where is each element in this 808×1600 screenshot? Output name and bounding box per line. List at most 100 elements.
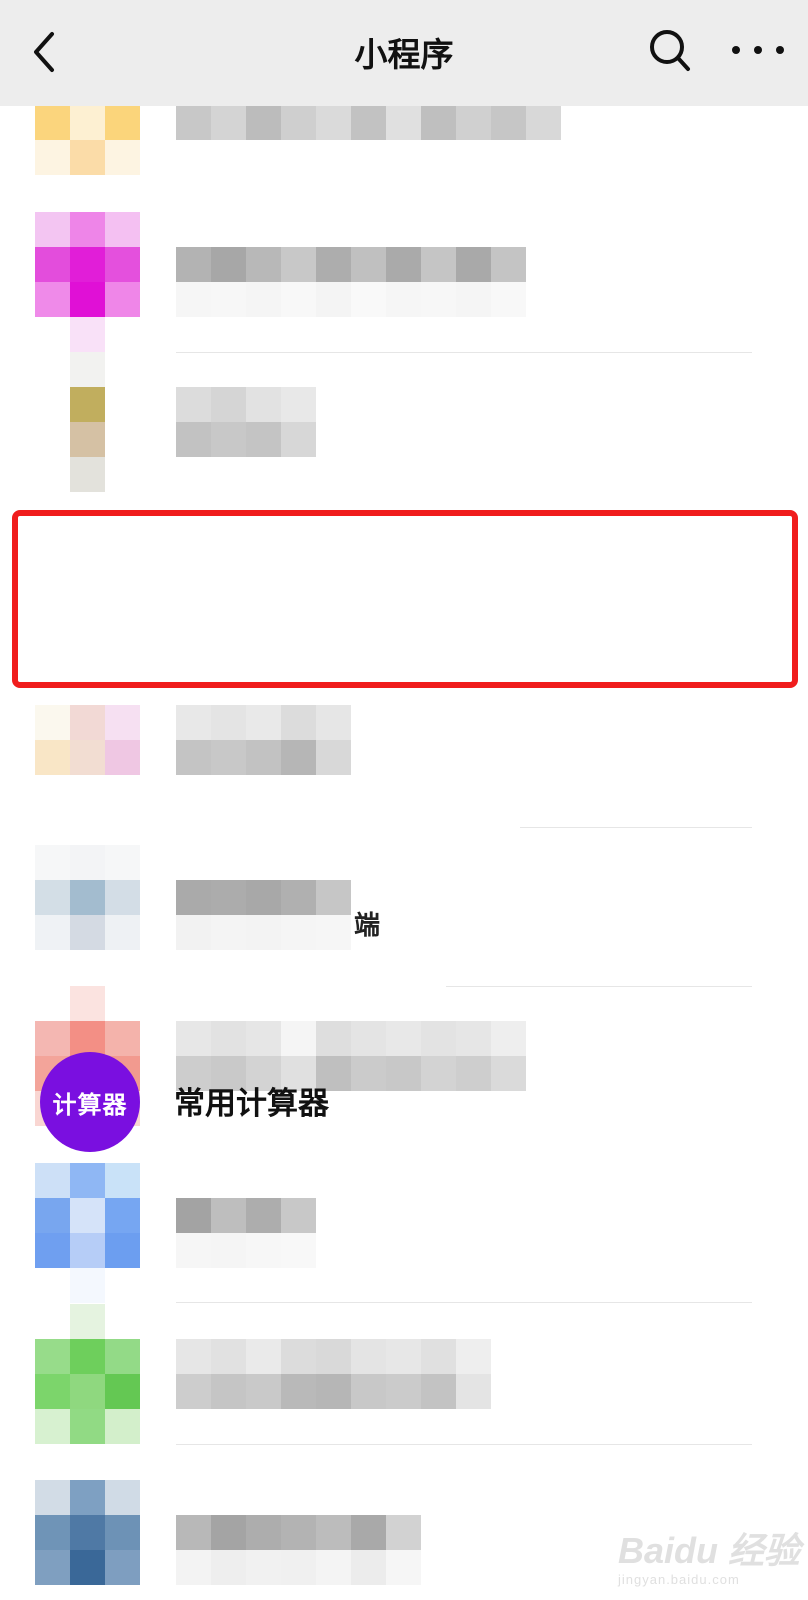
mosaic-cell bbox=[281, 1198, 316, 1233]
mosaic-cell bbox=[351, 1515, 386, 1550]
mosaic-cell bbox=[70, 1339, 105, 1374]
mosaic-cell bbox=[316, 1550, 351, 1585]
mosaic-cell bbox=[70, 1268, 105, 1303]
mosaic-cell bbox=[105, 845, 140, 880]
mosaic-cell bbox=[246, 1198, 281, 1233]
mosaic-cell bbox=[105, 282, 140, 317]
mosaic-cell bbox=[35, 1233, 70, 1268]
mosaic-cell bbox=[246, 915, 281, 950]
mosaic-cell bbox=[70, 1409, 105, 1444]
mosaic-cell bbox=[176, 247, 211, 282]
mosaic-cell bbox=[70, 387, 105, 422]
mosaic-cell bbox=[281, 1233, 316, 1268]
mosaic-cell bbox=[176, 880, 211, 915]
mosaic-cell bbox=[35, 1021, 70, 1056]
mosaic-cell bbox=[246, 880, 281, 915]
search-button[interactable] bbox=[648, 28, 692, 74]
mosaic-cell bbox=[70, 317, 105, 352]
mosaic-cell bbox=[70, 422, 105, 457]
mosaic-cell bbox=[105, 1163, 140, 1198]
mosaic-cell bbox=[176, 1233, 211, 1268]
mosaic-cell bbox=[105, 1198, 140, 1233]
mosaic-cell bbox=[35, 1163, 70, 1198]
mosaic-cell bbox=[176, 282, 211, 317]
mosaic-cell bbox=[70, 457, 105, 492]
mosaic-cell bbox=[176, 915, 211, 950]
mosaic-cell bbox=[316, 1021, 351, 1056]
mosaic-cell bbox=[281, 422, 316, 457]
mosaic-cell bbox=[105, 705, 140, 740]
mosaic-cell bbox=[456, 1056, 491, 1091]
mosaic-cell bbox=[211, 1233, 246, 1268]
mosaic-cell bbox=[316, 705, 351, 740]
mosaic-cell bbox=[316, 282, 351, 317]
mosaic-cell bbox=[70, 212, 105, 247]
mosaic-cell bbox=[70, 740, 105, 775]
mosaic-cell bbox=[35, 880, 70, 915]
mosaic-cell bbox=[351, 1056, 386, 1091]
mosaic-cell bbox=[70, 1021, 105, 1056]
mosaic-cell bbox=[35, 1515, 70, 1550]
list-divider bbox=[446, 986, 752, 987]
mosaic-cell bbox=[316, 105, 351, 140]
mosaic-cell bbox=[456, 1339, 491, 1374]
mosaic-cell bbox=[281, 1515, 316, 1550]
mosaic-cell bbox=[246, 422, 281, 457]
mosaic-cell bbox=[70, 1304, 105, 1339]
mosaic-cell bbox=[35, 740, 70, 775]
mosaic-cell bbox=[421, 282, 456, 317]
mosaic-cell bbox=[281, 1374, 316, 1409]
mosaic-cell bbox=[386, 1374, 421, 1409]
mosaic-cell bbox=[105, 212, 140, 247]
mosaic-cell bbox=[456, 1374, 491, 1409]
mosaic-cell bbox=[211, 422, 246, 457]
list-divider bbox=[176, 1444, 752, 1445]
mosaic-cell bbox=[211, 387, 246, 422]
mosaic-cell bbox=[35, 282, 70, 317]
mosaic-cell bbox=[211, 1021, 246, 1056]
mosaic-cell bbox=[386, 1550, 421, 1585]
mosaic-cell bbox=[246, 105, 281, 140]
mosaic-cell bbox=[105, 140, 140, 175]
mosaic-cell bbox=[176, 1515, 211, 1550]
calculator-icon-label: 计算器 bbox=[52, 1090, 128, 1119]
mosaic-cell bbox=[211, 1515, 246, 1550]
mosaic-cell bbox=[70, 705, 105, 740]
mosaic-cell bbox=[281, 915, 316, 950]
mosaic-cell bbox=[35, 1550, 70, 1585]
mosaic-cell bbox=[35, 140, 70, 175]
mosaic-cell bbox=[386, 1339, 421, 1374]
mosaic-cell bbox=[281, 740, 316, 775]
watermark-url: jingyan.baidu.com bbox=[618, 1572, 740, 1587]
mosaic-cell bbox=[176, 1198, 211, 1233]
mosaic-cell bbox=[281, 105, 316, 140]
mosaic-cell bbox=[35, 105, 70, 140]
mosaic-cell bbox=[211, 880, 246, 915]
mosaic-cell bbox=[105, 1409, 140, 1444]
mosaic-cell bbox=[421, 1374, 456, 1409]
mosaic-cell bbox=[70, 845, 105, 880]
mosaic-cell bbox=[246, 740, 281, 775]
mosaic-cell bbox=[211, 1198, 246, 1233]
navigation-bar: 小程序 bbox=[0, 0, 808, 106]
mosaic-cell bbox=[211, 915, 246, 950]
mosaic-cell bbox=[456, 1021, 491, 1056]
more-button[interactable] bbox=[728, 40, 788, 60]
mosaic-cell bbox=[211, 1550, 246, 1585]
mosaic-cell bbox=[105, 247, 140, 282]
mosaic-cell bbox=[70, 1163, 105, 1198]
mosaic-cell bbox=[351, 247, 386, 282]
mosaic-cell bbox=[176, 105, 211, 140]
highlight-box bbox=[12, 510, 798, 688]
mosaic-cell bbox=[246, 1374, 281, 1409]
list-divider bbox=[520, 827, 752, 828]
mosaic-cell bbox=[421, 1021, 456, 1056]
mosaic-cell bbox=[316, 1339, 351, 1374]
mosaic-cell bbox=[105, 915, 140, 950]
mosaic-cell bbox=[211, 247, 246, 282]
mosaic-cell bbox=[246, 387, 281, 422]
mosaic-cell bbox=[70, 1480, 105, 1515]
mosaic-cell bbox=[70, 1515, 105, 1550]
mosaic-cell bbox=[456, 105, 491, 140]
mosaic-cell bbox=[281, 247, 316, 282]
